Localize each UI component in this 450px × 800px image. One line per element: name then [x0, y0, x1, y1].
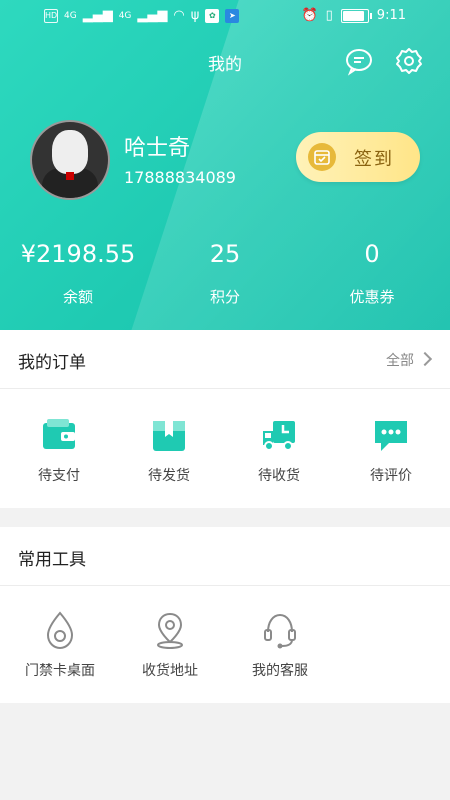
tools-card: 常用工具 门禁卡桌面 收货地址 我的客服: [0, 527, 450, 703]
order-pending-payment-label: 待支付: [38, 468, 80, 484]
package-icon: [149, 415, 189, 455]
wallet-icon: [39, 415, 79, 455]
truck-icon: [259, 415, 299, 455]
signal-icon-2: ▂▄▆: [137, 8, 168, 23]
usb-icon: ψ: [190, 8, 200, 23]
access-card-icon: [42, 610, 78, 650]
gear-icon: [396, 48, 422, 74]
status-left: HD 4G ▂▄▆ 4G ▂▄▆ ◠ ψ ✿ ➤: [44, 8, 240, 23]
headset-icon: [262, 610, 298, 650]
coupons-value: 0: [364, 240, 380, 268]
calendar-check-icon: [308, 143, 336, 171]
orders-all-label: 全部: [386, 353, 414, 369]
stat-coupons[interactable]: 0 优惠券: [297, 240, 447, 307]
clock: 9:11: [376, 8, 406, 23]
coupons-label: 优惠券: [349, 288, 395, 306]
signal-icon: ▂▄▆: [82, 8, 113, 23]
tool-address[interactable]: 收货地址: [120, 610, 220, 680]
status-right: ⏰ ▯ 9:11: [301, 8, 406, 23]
battery-icon: [340, 8, 372, 23]
tools-grid: 门禁卡桌面 收货地址 我的客服: [0, 586, 450, 704]
order-pending-review[interactable]: 待评价: [346, 415, 436, 485]
stat-points[interactable]: 25 积分: [150, 240, 300, 307]
chat-bubble-icon: [346, 49, 372, 76]
settings-button[interactable]: [394, 46, 424, 76]
tool-customer-service[interactable]: 我的客服: [230, 610, 330, 680]
stat-balance[interactable]: ¥2198.55 余额: [3, 240, 153, 307]
orders-header: 我的订单 全部: [0, 330, 450, 389]
chevron-right-icon: [417, 351, 433, 367]
page-title: 我的: [208, 55, 242, 75]
vibrate-icon: ▯: [325, 8, 333, 23]
balance-label: 余额: [62, 288, 93, 306]
tool-access-card-label: 门禁卡桌面: [25, 663, 95, 679]
tools-header: 常用工具: [0, 527, 450, 586]
order-pending-shipment-label: 待发货: [148, 468, 190, 484]
hd-indicator: HD: [44, 8, 58, 23]
wifi-icon: ◠: [173, 8, 185, 23]
order-pending-receipt[interactable]: 待收货: [234, 415, 324, 485]
avatar[interactable]: [30, 120, 110, 200]
alarm-icon: ⏰: [301, 8, 318, 23]
signal-indicator: 4G: [64, 10, 77, 21]
order-pending-payment[interactable]: 待支付: [14, 415, 104, 485]
order-pending-review-label: 待评价: [370, 468, 412, 484]
message-button[interactable]: [344, 46, 374, 76]
points-value: 25: [209, 240, 241, 268]
orders-title: 我的订单: [18, 353, 86, 373]
location-pin-icon: [152, 610, 188, 650]
tools-title: 常用工具: [18, 550, 86, 570]
user-name: 哈士奇: [124, 136, 191, 161]
orders-grid: 待支付 待发货 待收货 待评价: [0, 389, 450, 507]
avatar-face: [52, 130, 88, 174]
profile-header: HD 4G ▂▄▆ 4G ▂▄▆ ◠ ψ ✿ ➤ ⏰ ▯ 9:11 我的 哈士奇…: [0, 0, 450, 330]
signal-indicator-2: 4G: [118, 10, 132, 21]
orders-card: 我的订单 全部 待支付 待发货 待收货 待评价: [0, 330, 450, 508]
points-label: 积分: [209, 288, 240, 306]
avatar-tie: [66, 172, 74, 180]
orders-all-link[interactable]: 全部: [386, 350, 433, 370]
send-notification-icon: ➤: [225, 8, 240, 23]
signin-label: 签到: [354, 149, 394, 170]
tool-address-label: 收货地址: [142, 663, 198, 679]
signin-button[interactable]: 签到: [296, 132, 420, 182]
status-bar: HD 4G ▂▄▆ 4G ▂▄▆ ◠ ψ ✿ ➤ ⏰ ▯ 9:11: [0, 0, 450, 34]
tool-access-card[interactable]: 门禁卡桌面: [10, 610, 110, 680]
user-phone: 17888834089: [124, 168, 236, 187]
balance-value: ¥2198.55: [20, 240, 136, 268]
comment-icon: [371, 415, 411, 455]
order-pending-receipt-label: 待收货: [258, 468, 300, 484]
app-notification-icon: ✿: [205, 8, 220, 23]
tool-customer-service-label: 我的客服: [252, 663, 308, 679]
order-pending-shipment[interactable]: 待发货: [124, 415, 214, 485]
